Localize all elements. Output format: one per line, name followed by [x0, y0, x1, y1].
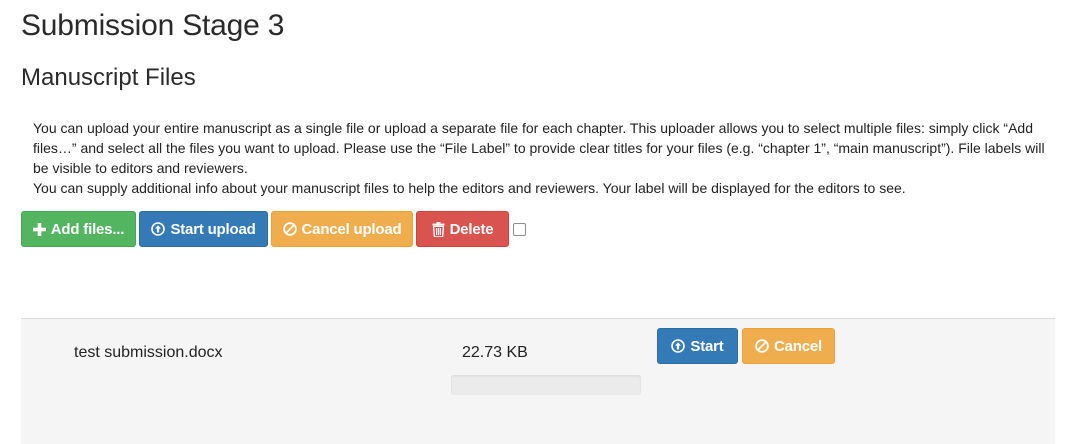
- delete-button[interactable]: Delete: [416, 211, 509, 247]
- cancel-upload-label: Cancel upload: [301, 220, 402, 238]
- instructions-paragraph: You can upload your entire manuscript as…: [33, 120, 1045, 176]
- start-upload-label: Start upload: [170, 220, 256, 238]
- file-row: test submission.docx 22.73 KB Start Canc…: [21, 318, 1055, 444]
- file-size: 22.73 KB: [462, 344, 528, 361]
- file-row-actions: Start Cancel: [657, 328, 839, 364]
- section-title: Manuscript Files: [21, 64, 196, 91]
- cancel-upload-button[interactable]: Cancel upload: [271, 211, 413, 247]
- plus-icon: [32, 222, 46, 236]
- start-file-upload-button[interactable]: Start: [657, 328, 738, 364]
- trash-icon: [432, 221, 445, 237]
- upload-instructions: You can upload your entire manuscript as…: [33, 118, 1053, 198]
- cancel-file-upload-button[interactable]: Cancel: [742, 328, 835, 364]
- circle-arrow-up-icon: [151, 222, 166, 236]
- start-upload-button[interactable]: Start upload: [139, 211, 268, 247]
- start-file-label: Start: [690, 337, 724, 355]
- upload-progress-bar: [451, 375, 641, 395]
- instructions-paragraph: You can supply additional info about you…: [33, 180, 906, 196]
- ban-circle-icon: [755, 339, 769, 353]
- circle-arrow-up-icon: [671, 339, 686, 353]
- select-all-checkbox[interactable]: [513, 222, 526, 236]
- ban-circle-icon: [282, 222, 297, 236]
- add-files-button[interactable]: Add files...: [21, 211, 136, 247]
- upload-toolbar: Add files... Start upload Cancel upload …: [21, 211, 526, 247]
- page-title: Submission Stage 3: [21, 9, 285, 42]
- cancel-file-label: Cancel: [774, 337, 822, 355]
- add-files-label: Add files...: [50, 220, 125, 238]
- delete-label: Delete: [449, 220, 494, 238]
- file-name: test submission.docx: [74, 344, 223, 361]
